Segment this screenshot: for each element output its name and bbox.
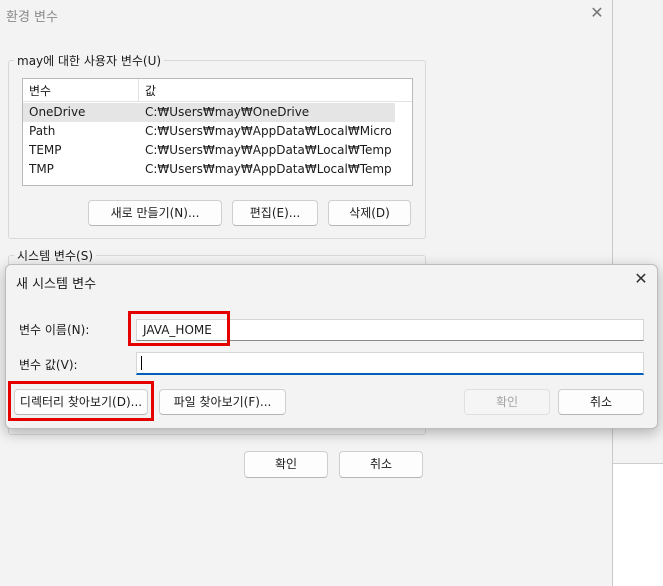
highlight-box-variable-name [128, 311, 230, 346]
edit-user-variable-button[interactable]: 편집(E)... [232, 200, 318, 226]
var-name: TEMP [29, 143, 62, 157]
dialog-title: 새 시스템 변수 [16, 277, 97, 292]
var-value: C:₩Users₩may₩AppData₩Local₩Temp [145, 143, 391, 157]
system-variables-label: 시스템 변수(S) [14, 247, 96, 264]
var-value: C:₩Users₩may₩AppData₩Local₩Microsoft... [145, 124, 391, 138]
ok-button[interactable]: 확인 [244, 451, 328, 478]
window-title: 환경 변수 [6, 10, 58, 25]
new-user-variable-button[interactable]: 새로 만들기(N)... [88, 200, 222, 226]
var-value: C:₩Users₩may₩OneDrive [145, 105, 310, 119]
list-header: 변수 값 [23, 79, 412, 102]
delete-user-variable-button[interactable]: 삭제(D) [328, 200, 411, 226]
var-name: Path [29, 124, 56, 138]
user-variables-list[interactable]: 변수 값 OneDrive C:₩Users₩may₩OneDrive Path… [22, 78, 413, 186]
var-name: OneDrive [29, 105, 86, 119]
close-icon[interactable]: ✕ [631, 268, 651, 290]
table-row[interactable]: TEMP C:₩Users₩may₩AppData₩Local₩Temp [23, 141, 395, 160]
text-caret [141, 356, 142, 370]
cancel-button[interactable]: 취소 [339, 451, 423, 478]
user-variables-label: may에 대한 사용자 변수(U) [14, 52, 165, 69]
dialog-ok-button[interactable]: 확인 [464, 389, 550, 415]
var-value: C:₩Users₩may₩AppData₩Local₩Temp [145, 162, 391, 176]
column-header-variable[interactable]: 변수 [29, 82, 51, 99]
table-row[interactable]: Path C:₩Users₩may₩AppData₩Local₩Microsof… [23, 122, 395, 141]
variable-value-input[interactable] [136, 352, 644, 375]
browse-file-button[interactable]: 파일 찾아보기(F)... [159, 389, 286, 415]
table-row[interactable]: OneDrive C:₩Users₩may₩OneDrive [23, 103, 395, 122]
variable-name-label: 변수 이름(N): [19, 323, 90, 337]
close-icon[interactable]: ✕ [588, 2, 606, 24]
highlight-box-browse-directory [8, 381, 154, 421]
dialog-cancel-button[interactable]: 취소 [558, 389, 644, 415]
variable-value-label: 변수 값(V): [19, 358, 78, 372]
column-header-value[interactable]: 값 [145, 82, 156, 99]
var-name: TMP [29, 162, 54, 176]
table-row[interactable]: TMP C:₩Users₩may₩AppData₩Local₩Temp [23, 160, 395, 179]
column-separator[interactable] [138, 79, 139, 101]
